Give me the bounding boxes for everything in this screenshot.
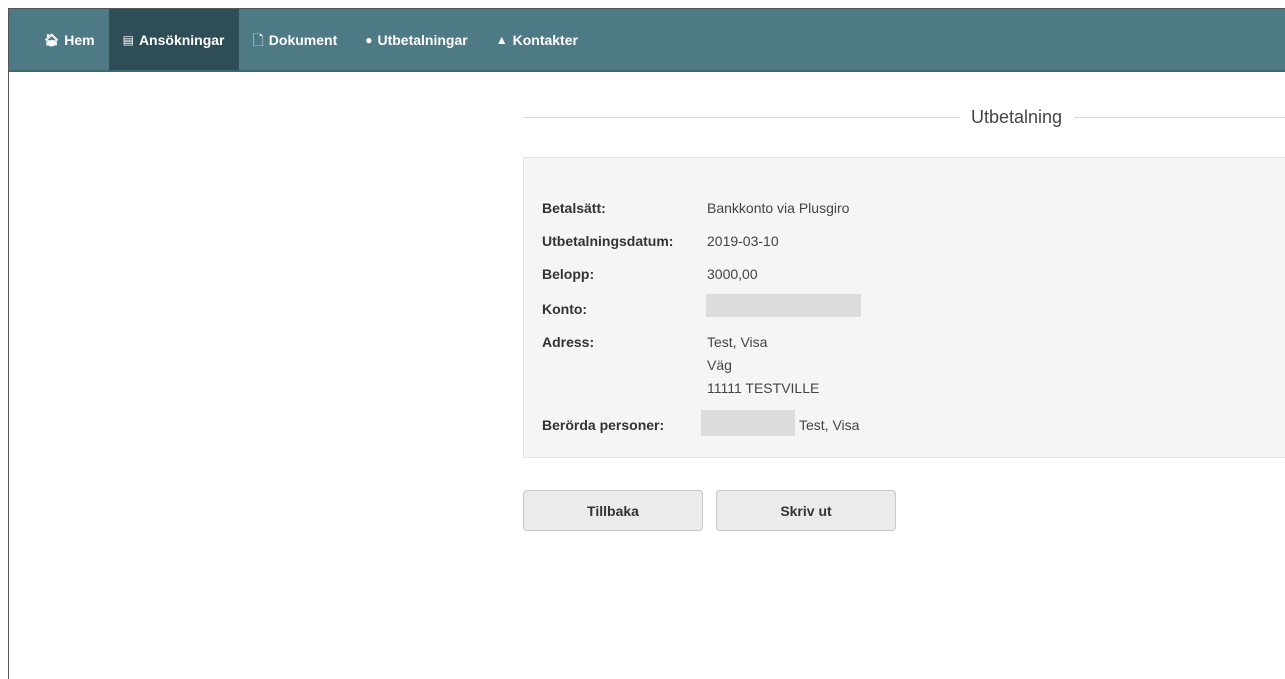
nav-item-ansokningar[interactable]: ▤ Ansökningar bbox=[108, 9, 239, 70]
nav-item-label: Dokument bbox=[268, 31, 338, 48]
app-window: 🏠︎ Hem ▤ Ansökningar 🗋 Dokument ● Utbeta… bbox=[8, 8, 1285, 679]
contacts-icon: ▲ bbox=[495, 32, 508, 47]
amount-label: Belopp: bbox=[542, 266, 595, 282]
account-redacted-value bbox=[706, 294, 861, 317]
address-line-3: 11111 TESTVILLE bbox=[707, 380, 820, 396]
persons-label: Berörda personer: bbox=[542, 417, 665, 433]
payment-method-value: Bankkonto via Plusgiro bbox=[707, 200, 850, 216]
section-legend: Utbetalning bbox=[523, 105, 1285, 129]
address-line-1: Test, Visa bbox=[707, 334, 768, 350]
amount-value: 3000,00 bbox=[707, 266, 758, 282]
nav-item-label: Kontakter bbox=[512, 31, 578, 48]
account-label: Konto: bbox=[542, 301, 588, 317]
persons-value: Test, Visa bbox=[799, 417, 860, 433]
nav-item-label: Hem bbox=[64, 31, 95, 48]
nav-item-label: Ansökningar bbox=[138, 31, 225, 48]
top-navbar: 🏠︎ Hem ▤ Ansökningar 🗋 Dokument ● Utbeta… bbox=[9, 9, 1285, 72]
nav-item-label: Utbetalningar bbox=[377, 31, 468, 48]
clipboard-icon: ▤ bbox=[122, 32, 134, 47]
payment-details-panel: Betalsätt: Bankkonto via Plusgiro Utbeta… bbox=[523, 157, 1285, 458]
nav-item-dokument[interactable]: 🗋 Dokument bbox=[239, 9, 352, 70]
home-icon: 🏠︎ bbox=[44, 32, 60, 47]
print-button[interactable]: Skriv ut bbox=[716, 490, 896, 531]
legend-divider bbox=[523, 117, 1285, 118]
back-button[interactable]: Tillbaka bbox=[523, 490, 703, 531]
nav-item-hem[interactable]: 🏠︎ Hem bbox=[30, 9, 109, 70]
payment-date-value: 2019-03-10 bbox=[707, 233, 779, 249]
money-icon: ● bbox=[365, 32, 373, 47]
payment-date-label: Utbetalningsdatum: bbox=[542, 233, 674, 249]
nav-item-kontakter[interactable]: ▲ Kontakter bbox=[482, 9, 592, 70]
document-icon: 🗋 bbox=[252, 31, 264, 48]
person-id-redacted bbox=[701, 410, 795, 436]
address-line-2: Väg bbox=[707, 357, 732, 373]
address-label: Adress: bbox=[542, 334, 595, 350]
section-title: Utbetalning bbox=[959, 105, 1075, 129]
nav-item-utbetalningar[interactable]: ● Utbetalningar bbox=[351, 9, 481, 70]
payment-method-label: Betalsätt: bbox=[542, 200, 606, 216]
